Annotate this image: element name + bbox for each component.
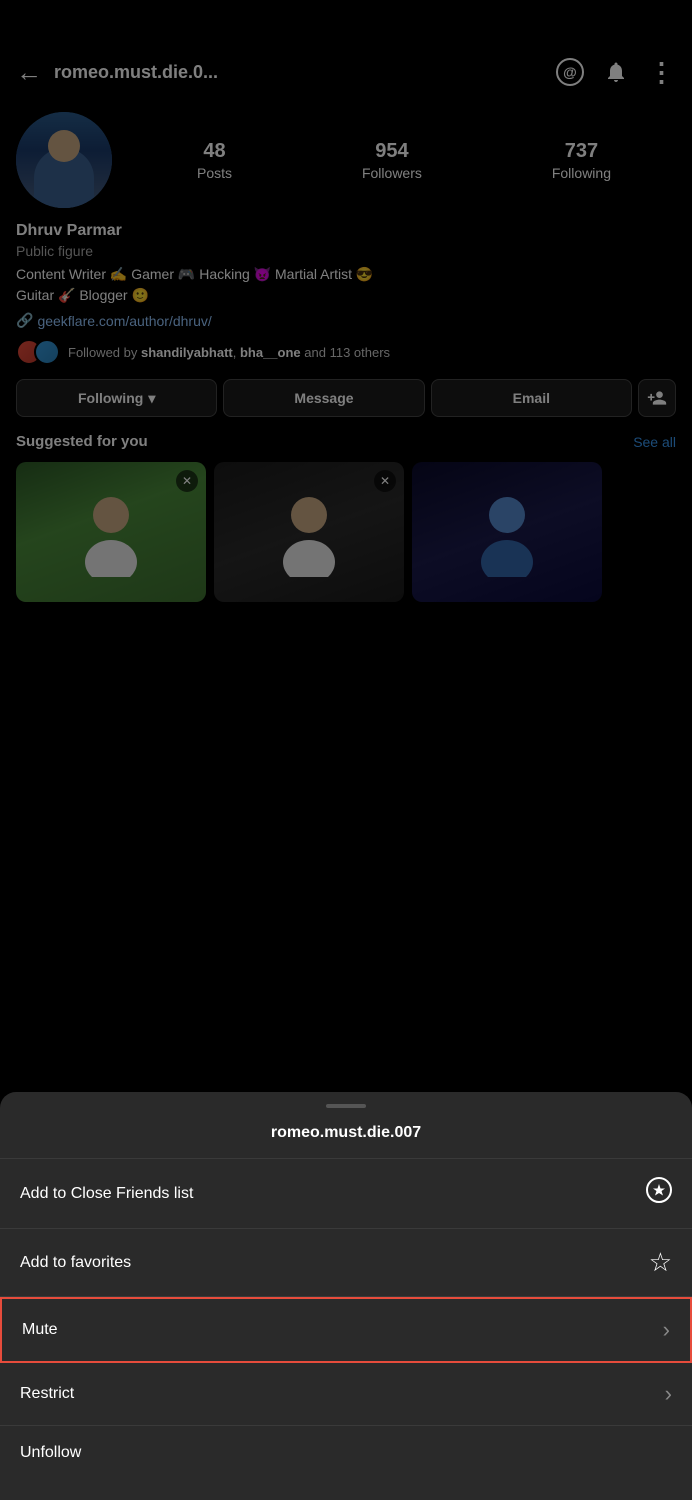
sheet-item-label-favorites: Add to favorites [20,1254,131,1272]
sheet-item-favorites[interactable]: Add to favorites ☆ [0,1229,692,1297]
sheet-item-close-friends[interactable]: Add to Close Friends list [0,1159,692,1229]
restrict-chevron-icon: › [665,1381,672,1407]
sheet-item-label-unfollow: Unfollow [20,1444,81,1462]
sheet-handle [326,1104,366,1108]
close-friends-star-icon [646,1177,672,1210]
sheet-item-mute[interactable]: Mute › [0,1297,692,1363]
sheet-item-label-close-friends: Add to Close Friends list [20,1185,193,1203]
sheet-username: romeo.must.die.007 [0,1124,692,1159]
sheet-item-restrict[interactable]: Restrict › [0,1363,692,1426]
bottom-sheet: romeo.must.die.007 Add to Close Friends … [0,1092,692,1500]
favorites-star-icon: ☆ [649,1247,672,1278]
sheet-item-unfollow[interactable]: Unfollow [0,1426,692,1480]
sheet-item-label-mute: Mute [22,1321,58,1339]
sheet-item-label-restrict: Restrict [20,1385,74,1403]
mute-chevron-icon: › [663,1317,670,1343]
